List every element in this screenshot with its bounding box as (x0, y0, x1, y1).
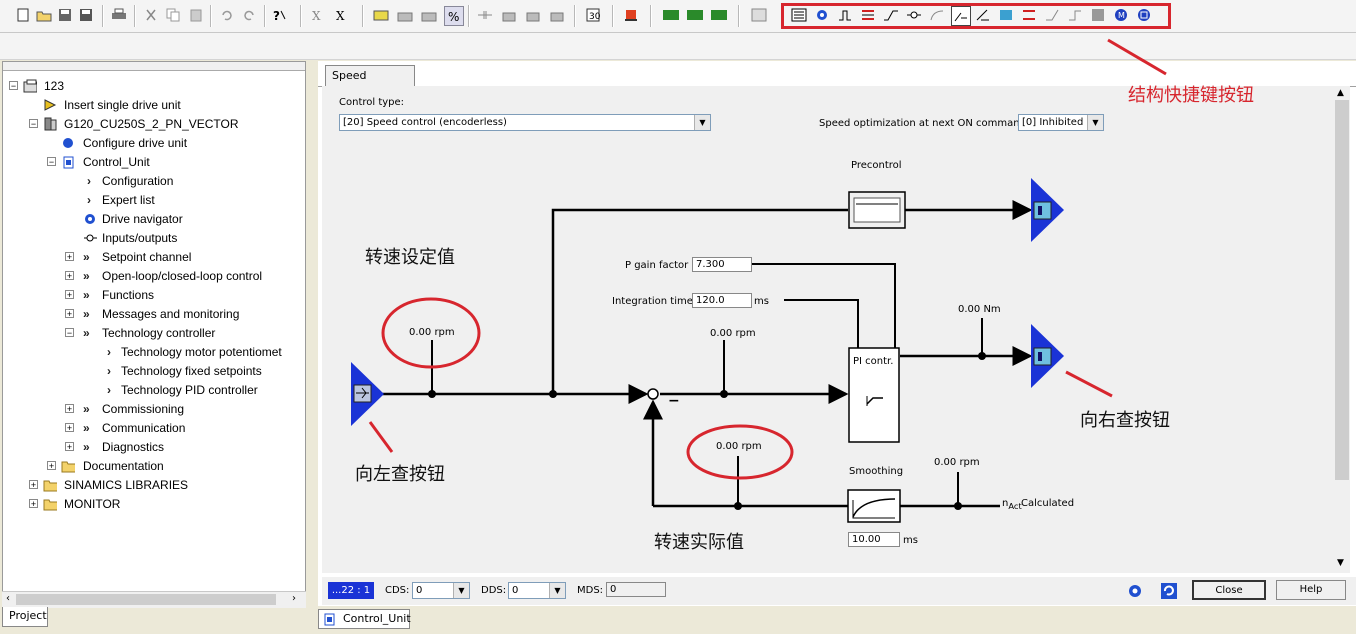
control-unit-icon (324, 613, 335, 626)
summing-point (647, 388, 659, 400)
setpoint-annotation: 转速设定值 (365, 247, 455, 268)
actual-highlight (686, 424, 794, 480)
cds-label: CDS: (385, 585, 410, 596)
precontrol-label: Precontrol (851, 160, 902, 171)
nav-right-precontrol-button[interactable] (1031, 178, 1064, 242)
actual-annotation: 转速实际值 (654, 532, 744, 553)
smoothing-label: Smoothing (849, 466, 904, 477)
dropdown-arrow-icon[interactable]: ▼ (549, 583, 565, 598)
annotation-arrow (368, 421, 394, 453)
close-button[interactable]: Close (1192, 580, 1266, 600)
actual-speed-value: 0.00 rpm (716, 441, 762, 452)
junction-dot (954, 502, 962, 510)
p-gain-label: P gain factor (625, 260, 689, 271)
struct-buttons-annotation: 结构快捷键按钮 (1128, 85, 1254, 106)
smoothing-time-input[interactable]: 10.00 (848, 532, 900, 547)
mds-label: MDS: (577, 585, 604, 596)
speed-after-sum-value: 0.00 rpm (710, 328, 756, 339)
setpoint-speed-value: 0.00 rpm (409, 327, 455, 338)
dds-select[interactable]: 0 ▼ (508, 582, 566, 599)
nav-right-torque-button[interactable] (1031, 324, 1064, 388)
tab-control-unit[interactable]: Control_Unit (318, 609, 411, 629)
minus-sign: − (668, 393, 680, 409)
annotation-arrow (1065, 370, 1113, 398)
junction-dot (720, 390, 728, 398)
help-button[interactable]: Help (1276, 580, 1346, 600)
junction-dot (734, 502, 742, 510)
smoothing-block (847, 489, 901, 523)
integration-time-unit: ms (754, 296, 769, 307)
smoothing-unit: ms (903, 535, 918, 546)
p-gain-input[interactable]: 7.300 (692, 257, 752, 272)
junction-dot (428, 390, 436, 398)
integration-time-label: Integration time (612, 296, 693, 307)
left-button-annotation: 向左查按钮 (355, 464, 445, 485)
refresh-icon (1161, 583, 1177, 599)
junction-dot (978, 352, 986, 360)
cds-select[interactable]: 0 ▼ (412, 582, 470, 599)
navigator-button[interactable] (1126, 582, 1144, 600)
gear-icon (1129, 585, 1141, 597)
right-button-annotation: 向右查按钮 (1080, 410, 1170, 431)
dropdown-arrow-icon[interactable]: ▼ (453, 583, 469, 598)
drive-number-badge: ...22 : 1 (328, 582, 374, 599)
smoothed-speed-value: 0.00 rpm (934, 457, 980, 468)
torque-value: 0.00 Nm (958, 304, 1001, 315)
pi-controller-label: PI contr. (853, 356, 894, 367)
n-act-calculated-label: Calculated (1021, 498, 1075, 509)
n-act-symbol: nAct (1002, 498, 1022, 511)
refresh-button[interactable] (1160, 582, 1178, 600)
mds-field: 0 (606, 582, 666, 597)
annotation-arrow (1107, 38, 1167, 76)
integration-time-input[interactable]: 120.0 (692, 293, 752, 308)
junction-dot (549, 390, 557, 398)
nav-left-button[interactable] (351, 362, 384, 426)
precontrol-inner (853, 197, 901, 223)
dds-label: DDS: (481, 585, 507, 596)
